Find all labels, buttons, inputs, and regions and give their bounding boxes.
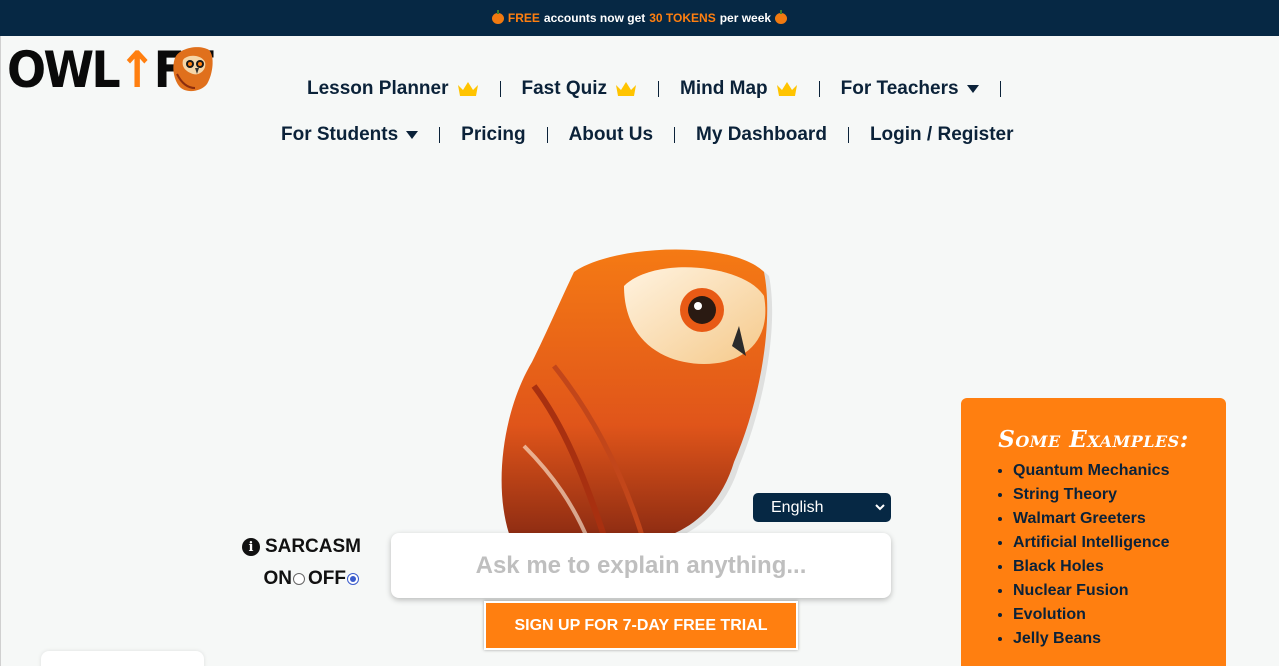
nav-mind-map[interactable]: Mind Map <box>659 78 819 100</box>
promo-free: FREE <box>507 11 540 25</box>
nav-fast-quiz[interactable]: Fast Quiz <box>501 78 659 100</box>
owl-mascot-image <box>501 249 773 546</box>
examples-panel: Some Examples: Quantum Mechanics String … <box>961 398 1226 666</box>
nav-label: Login / Register <box>869 124 1014 145</box>
nav-pricing[interactable]: Pricing <box>440 124 546 146</box>
crown-icon <box>776 82 797 96</box>
example-item[interactable]: Nuclear Fusion <box>1013 579 1226 603</box>
examples-list: Quantum Mechanics String Theory Walmart … <box>1013 459 1226 651</box>
crown-icon <box>457 82 478 96</box>
signup-label: SIGN UP FOR 7-DAY FREE TRIAL <box>514 616 768 634</box>
language-select[interactable]: English <box>753 493 891 522</box>
nav-login-register[interactable]: Login / Register <box>849 124 1035 146</box>
nav-label: For Teachers <box>840 78 959 99</box>
ask-input[interactable]: Ask me to explain anything... <box>391 533 891 598</box>
chevron-down-icon <box>875 504 885 511</box>
signup-trial-button[interactable]: SIGN UP FOR 7-DAY FREE TRIAL <box>484 601 798 650</box>
nav-for-students[interactable]: For Students <box>260 124 439 146</box>
examples-title: Some Examples: <box>998 426 1189 453</box>
example-item[interactable]: Quantum Mechanics <box>1013 459 1226 483</box>
example-item[interactable]: Artificial Intelligence <box>1013 531 1226 555</box>
main-nav-row-2: For Students Pricing About Us My Dashboa… <box>260 122 1035 148</box>
sarcasm-on-radio[interactable] <box>293 573 305 585</box>
caret-down-icon <box>966 85 979 93</box>
owl-icon <box>173 47 213 92</box>
nav-label: About Us <box>568 124 654 145</box>
sarcasm-off-label: OFF <box>308 568 346 589</box>
nav-my-dashboard[interactable]: My Dashboard <box>675 124 848 146</box>
pumpkin-icon <box>491 9 504 24</box>
example-item[interactable]: Evolution <box>1013 603 1226 627</box>
promo-tokens: 30 TOKENS <box>649 11 716 25</box>
main-nav-row-1: Lesson Planner Fast Quiz Mind Map For Te… <box>286 76 1001 102</box>
sarcasm-on-label: ON <box>263 568 293 589</box>
caret-down-icon <box>406 131 419 139</box>
nav-label: Pricing <box>461 124 526 145</box>
ask-placeholder: Ask me to explain anything... <box>475 551 807 579</box>
bottom-card <box>41 651 204 666</box>
nav-separator <box>999 81 1001 97</box>
example-item[interactable]: Walmart Greeters <box>1013 507 1226 531</box>
nav-for-teachers[interactable]: For Teachers <box>820 78 1000 100</box>
promo-text: accounts now get <box>543 11 646 25</box>
site-logo[interactable]: OWL↑FT <box>7 44 214 96</box>
sarcasm-toggle: i SARCASM ON OFF <box>241 536 361 590</box>
nav-about-us[interactable]: About Us <box>548 124 674 146</box>
promo-banner: FREE accounts now get 30 TOKENS per week <box>0 0 1279 36</box>
sarcasm-off-radio[interactable] <box>347 573 359 585</box>
nav-label: Mind Map <box>680 78 768 99</box>
language-selected: English <box>771 498 824 516</box>
example-item[interactable]: Black Holes <box>1013 555 1226 579</box>
example-item[interactable]: Jelly Beans <box>1013 627 1226 651</box>
pumpkin-icon <box>775 9 788 24</box>
sarcasm-label: SARCASM <box>264 536 361 557</box>
nav-label: For Students <box>281 124 399 145</box>
nav-label: Lesson Planner <box>307 78 449 99</box>
page-border <box>0 36 1 666</box>
nav-lesson-planner[interactable]: Lesson Planner <box>286 78 500 100</box>
example-item[interactable]: String Theory <box>1013 483 1226 507</box>
info-icon[interactable]: i <box>241 538 260 556</box>
nav-label: Fast Quiz <box>521 78 608 99</box>
nav-label: My Dashboard <box>696 124 827 145</box>
promo-text-end: per week <box>719 11 772 25</box>
crown-icon <box>616 82 637 96</box>
